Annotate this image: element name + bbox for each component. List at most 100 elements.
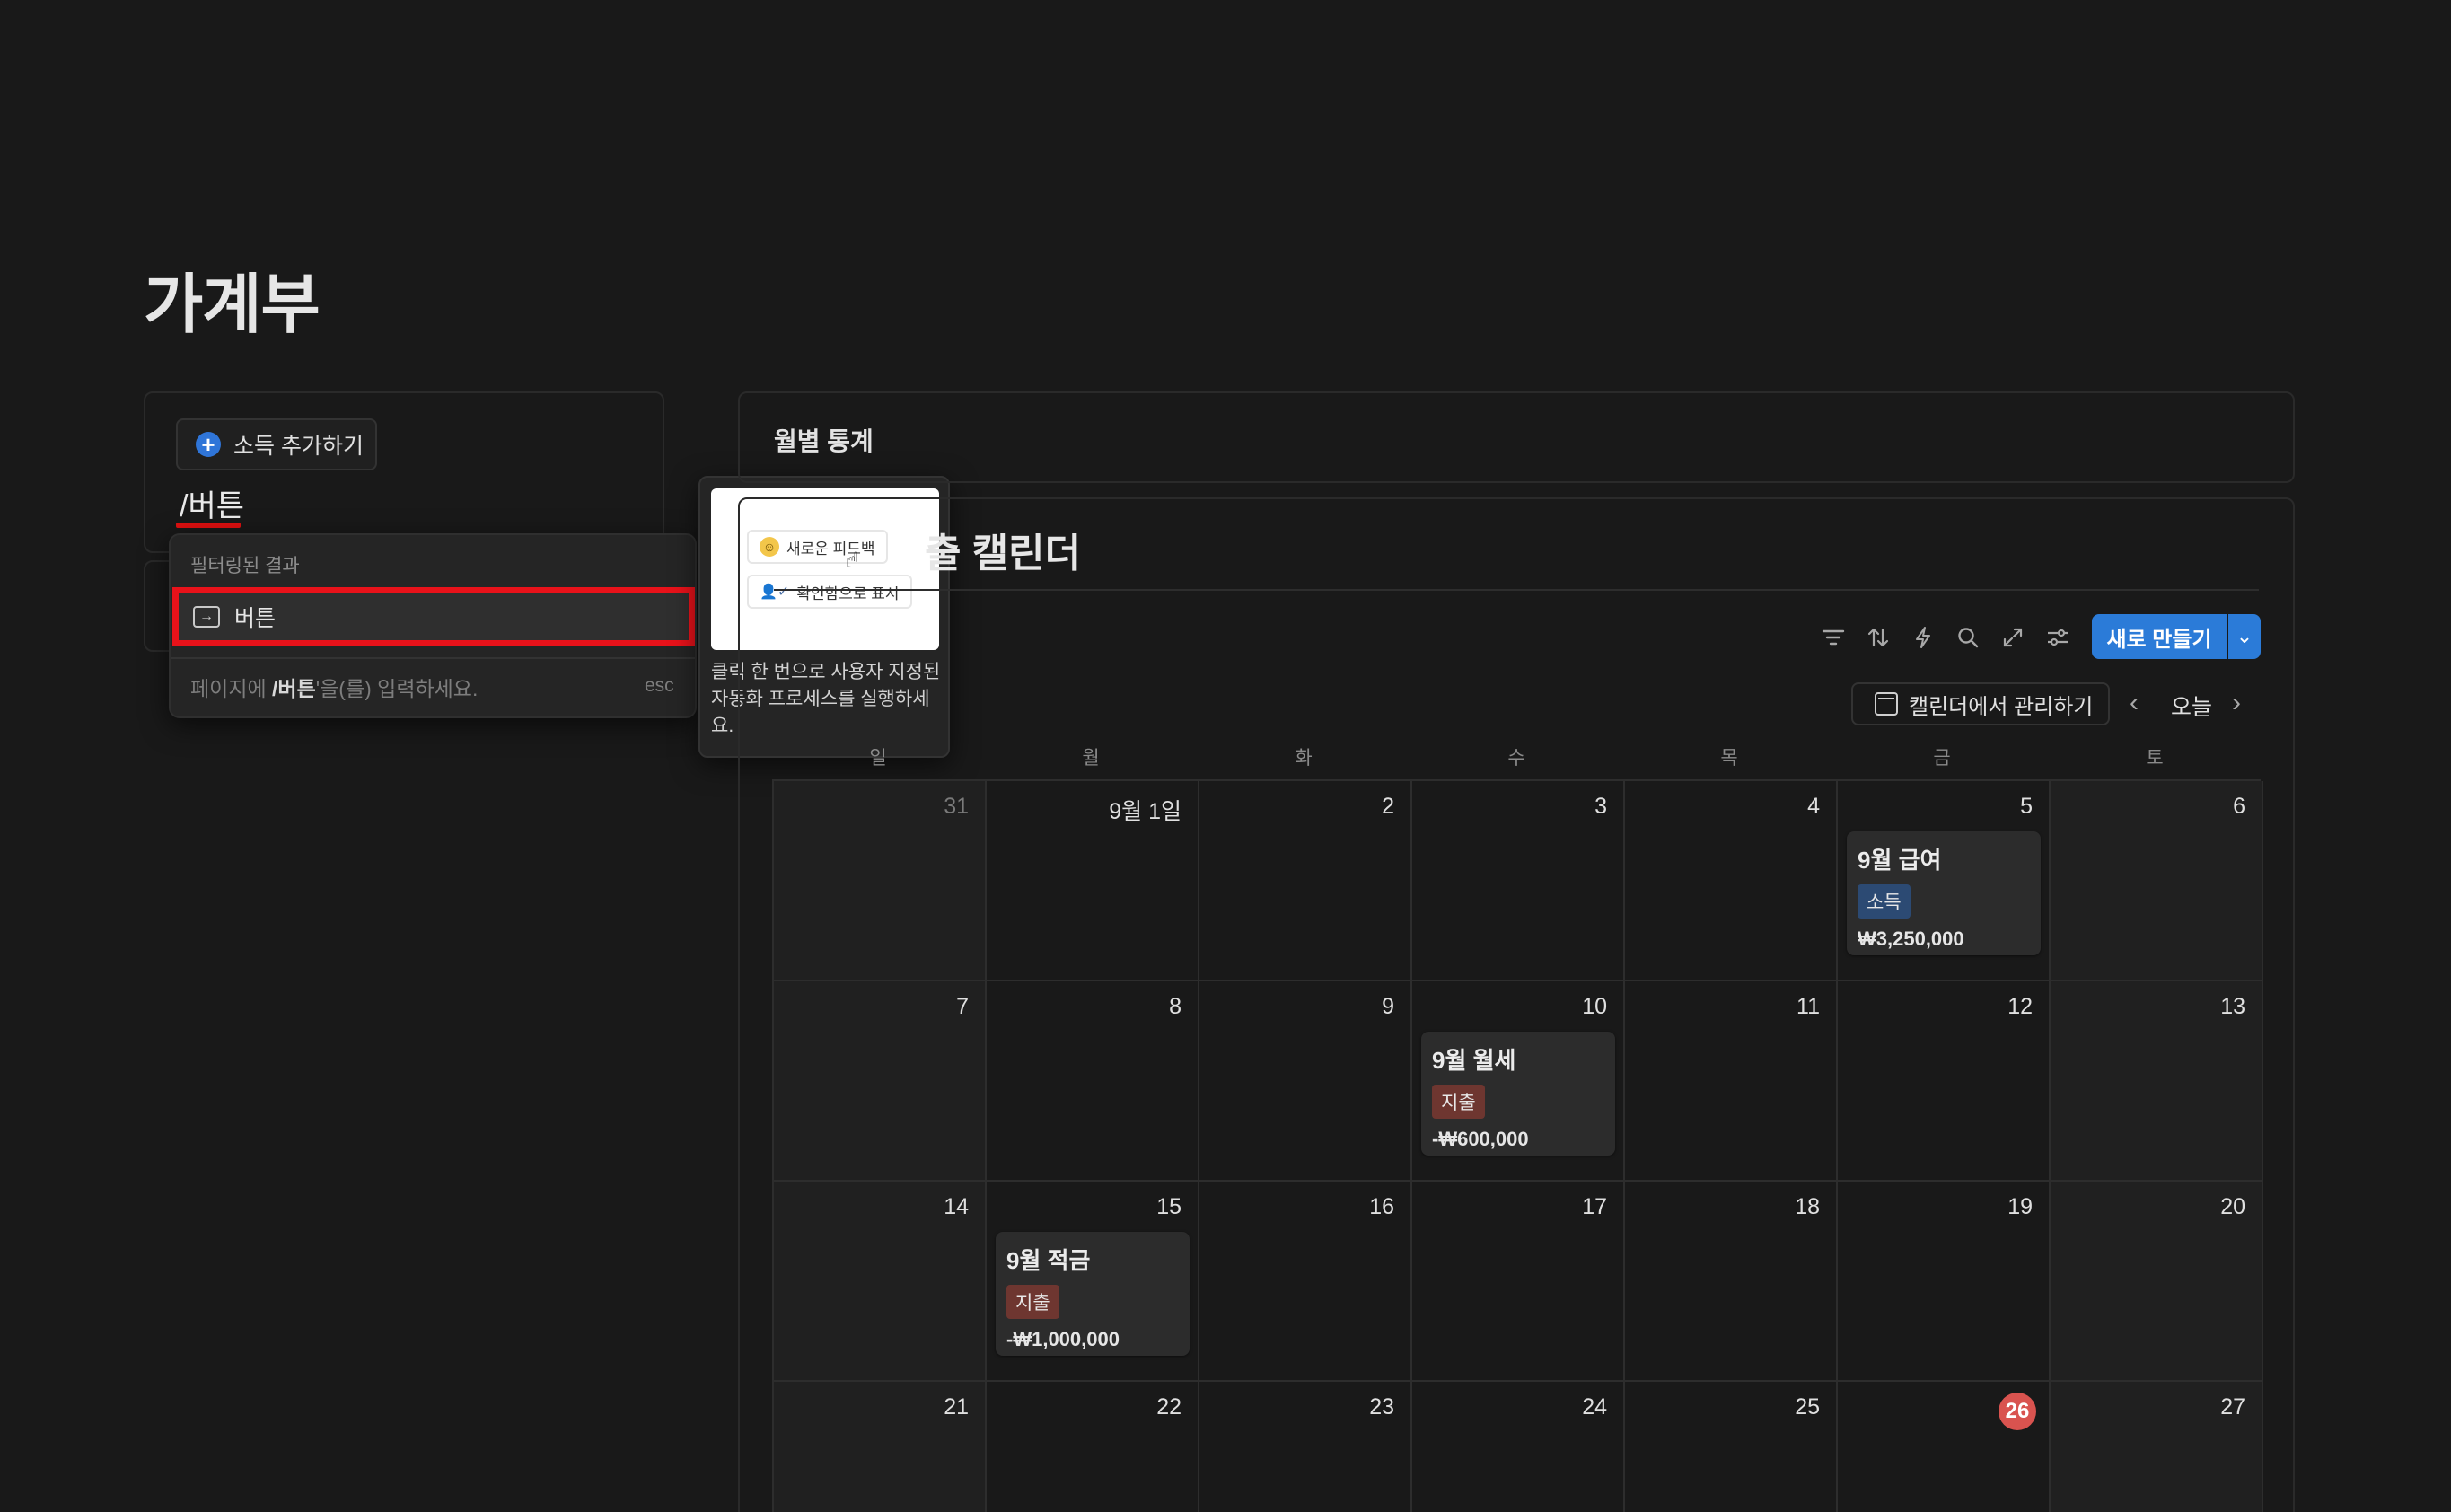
calendar-day-cell[interactable]: 27 <box>2051 1382 2263 1512</box>
calendar-day-cell[interactable]: 15 9월 적금지출 -₩1,000,000 <box>987 1182 1199 1382</box>
chevron-right-icon[interactable]: › <box>2232 688 2241 718</box>
slash-menu-item-label: 버튼 <box>234 606 277 631</box>
weekday-label: 토 <box>2146 748 2164 769</box>
event-title: 9월 월세 <box>1432 1047 1516 1074</box>
new-button[interactable]: 새로 만들기 <box>2092 614 2227 659</box>
slash-command-input[interactable]: /버튼 <box>180 481 244 525</box>
slash-command-menu: 필터링된 결과 → 버튼 페이지에 /버튼'을(를) 입력하세요. esc <box>169 533 697 718</box>
day-number: 10 <box>1582 994 1607 1019</box>
day-number: 25 <box>1795 1394 1820 1420</box>
calendar-day-cell[interactable]: 7 <box>774 981 987 1182</box>
day-number: 3 <box>1594 794 1607 819</box>
day-number: 5 <box>2020 794 2033 819</box>
weekday-label: 월 <box>1082 748 1100 769</box>
day-number: 20 <box>2220 1194 2245 1219</box>
day-number: 16 <box>1369 1194 1394 1219</box>
monthly-stats-title: 월별 통계 <box>774 427 874 455</box>
hint-command: /버튼 <box>272 677 316 700</box>
calendar-day-cell[interactable]: 31 <box>774 781 987 981</box>
filter-icon[interactable] <box>1817 621 1849 654</box>
calendar-day-cell[interactable]: 5 9월 급여 소득 ₩3,250,000 <box>1838 781 2051 981</box>
day-number: 9 <box>1382 994 1394 1019</box>
calendar-day-cell[interactable]: 22 <box>987 1382 1199 1512</box>
day-number: 21 <box>944 1394 969 1420</box>
monthly-stats-card[interactable] <box>738 391 2295 483</box>
calendar-day-cell[interactable]: 26 <box>1838 1382 2051 1512</box>
event-card[interactable]: 9월 월세 지출 -₩600,000 <box>1421 1032 1615 1156</box>
calendar-grid: 31 9월 1일 2 3 4 5 9월 급여 소득 ₩3,250,000 6 7 8 9 10 9월 월세 지… <box>772 779 2263 1512</box>
event-tag: 소득 <box>1858 884 1911 919</box>
calendar-day-cell[interactable]: 23 <box>1199 1382 1412 1512</box>
calendar-day-cell[interactable]: 9월 1일 <box>987 781 1199 981</box>
slash-menu-hint: 페이지에 /버튼'을(를) 입력하세요. <box>190 672 478 702</box>
day-number: 8 <box>1169 994 1182 1019</box>
calendar-day-cell[interactable]: 11 <box>1625 981 1838 1182</box>
button-block-icon: → <box>193 606 220 628</box>
day-number: 18 <box>1795 1194 1820 1219</box>
page-title: 가계부 <box>144 269 321 341</box>
weekday-label: 화 <box>1295 748 1313 769</box>
event-card[interactable]: 9월 급여 소득 ₩3,250,000 <box>1847 831 2041 955</box>
day-number: 12 <box>2007 994 2033 1019</box>
calendar-day-cell[interactable]: 4 <box>1625 781 1838 981</box>
day-number: 14 <box>944 1194 969 1219</box>
calendar-day-cell[interactable]: 14 <box>774 1182 987 1382</box>
expand-icon[interactable] <box>1997 621 2029 654</box>
chevron-left-icon[interactable]: ‹ <box>2130 688 2139 718</box>
hint-prefix: 페이지에 <box>190 677 273 700</box>
day-number: 7 <box>956 994 969 1019</box>
esc-hint: esc <box>645 675 674 696</box>
event-tag: 지출 <box>1006 1285 1059 1319</box>
calendar-day-cell[interactable]: 21 <box>774 1382 987 1512</box>
event-card[interactable]: 9월 적금지출 -₩1,000,000 <box>996 1232 1190 1356</box>
day-number: 22 <box>1156 1394 1182 1420</box>
manage-in-calendar-label: 캘린더에서 관리하기 <box>1909 694 2094 719</box>
event-amount: -₩600,000 <box>1432 1128 1529 1150</box>
add-income-button[interactable]: + 소득 추가하기 <box>176 418 377 470</box>
calendar-title: 출 캘린더 <box>925 532 1082 576</box>
day-number: 11 <box>1797 994 1820 1019</box>
calendar-day-cell[interactable]: 10 9월 월세 지출 -₩600,000 <box>1412 981 1625 1182</box>
calendar-day-cell[interactable]: 19 <box>1838 1182 2051 1382</box>
weekday-label: 수 <box>1507 748 1525 769</box>
day-number: 9월 1일 <box>1109 799 1182 824</box>
weekday-label: 금 <box>1933 748 1951 769</box>
day-number: 27 <box>2220 1394 2245 1420</box>
search-icon[interactable] <box>1952 621 1984 654</box>
event-amount: -₩1,000,000 <box>1006 1328 1120 1350</box>
day-number: 13 <box>2220 994 2245 1019</box>
calendar-day-cell[interactable]: 25 <box>1625 1382 1838 1512</box>
calendar-day-cell[interactable]: 16 <box>1199 1182 1412 1382</box>
calendar-day-cell[interactable]: 20 <box>2051 1182 2263 1382</box>
today-button[interactable]: 오늘 <box>2171 690 2212 722</box>
day-number: 6 <box>2233 794 2245 819</box>
calendar-day-cell[interactable]: 3 <box>1412 781 1625 981</box>
lightning-icon[interactable] <box>1907 621 1939 654</box>
calendar-day-cell[interactable]: 18 <box>1625 1182 1838 1382</box>
sort-icon[interactable] <box>1862 621 1894 654</box>
add-income-label: 소득 추가하기 <box>233 434 364 459</box>
title-divider <box>774 589 2259 591</box>
calendar-day-cell[interactable]: 13 <box>2051 981 2263 1182</box>
day-number: 15 <box>1156 1194 1182 1219</box>
plus-circle-icon: + <box>196 432 221 457</box>
calendar-day-cell[interactable]: 9 <box>1199 981 1412 1182</box>
chevron-down-icon[interactable]: ⌄ <box>2228 614 2261 659</box>
manage-in-calendar-button[interactable]: 캘린더에서 관리하기 <box>1851 682 2110 725</box>
calendar-day-cell[interactable]: 8 <box>987 981 1199 1182</box>
weekday-label: 일 <box>869 748 887 769</box>
calendar-icon <box>1875 692 1898 716</box>
event-title: 9월 적금 <box>1006 1247 1091 1274</box>
today-badge: 26 <box>1999 1393 2036 1430</box>
weekday-label: 목 <box>1720 748 1738 769</box>
calendar-day-cell[interactable]: 6 <box>2051 781 2263 981</box>
calendar-day-cell[interactable]: 2 <box>1199 781 1412 981</box>
calendar-day-cell[interactable]: 12 <box>1838 981 2051 1182</box>
calendar-day-cell[interactable]: 24 <box>1412 1382 1625 1512</box>
slash-menu-item-button[interactable]: → 버튼 <box>172 587 695 646</box>
event-title: 9월 급여 <box>1858 847 1942 874</box>
calendar-day-cell[interactable]: 17 <box>1412 1182 1625 1382</box>
sliders-icon[interactable] <box>2042 621 2074 654</box>
day-number: 24 <box>1582 1394 1607 1420</box>
menu-divider <box>171 657 695 659</box>
